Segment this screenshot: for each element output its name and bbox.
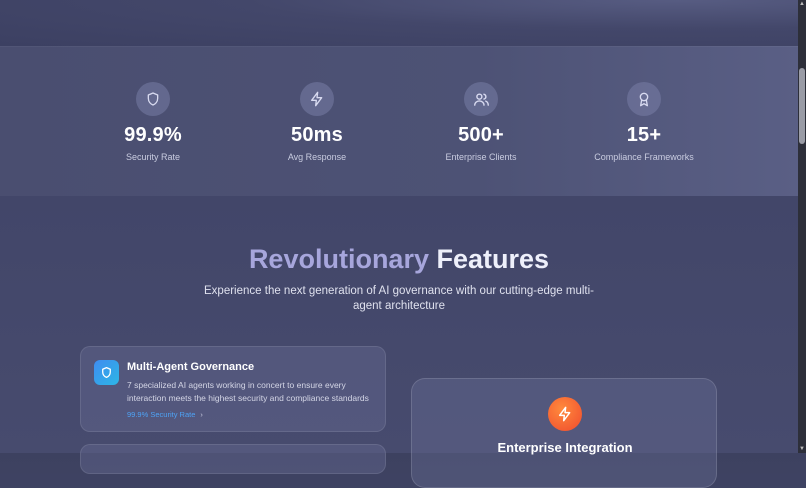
stat-avg-response: 50ms Avg Response: [227, 82, 407, 162]
stats-band: 99.9% Security Rate 50ms Avg Response 50…: [0, 46, 798, 197]
shield-icon: [136, 82, 170, 116]
stat-security-rate: 99.9% Security Rate: [63, 82, 243, 162]
stat-label: Compliance Frameworks: [594, 152, 694, 162]
stat-enterprise-clients: 500+ Enterprise Clients: [391, 82, 571, 162]
stat-compliance-frameworks: 15+ Compliance Frameworks: [554, 82, 734, 162]
stat-value: 50ms: [291, 124, 343, 146]
award-icon: [627, 82, 661, 116]
zap-icon: [548, 397, 582, 431]
card-title: Multi-Agent Governance: [127, 361, 255, 373]
features-subtitle: Experience the next generation of AI gov…: [204, 285, 594, 312]
feature-card-multi-agent-governance[interactable]: Multi-Agent Governance 7 specialized AI …: [80, 346, 386, 432]
stat-value: 99.9%: [124, 124, 182, 146]
shield-icon: [94, 360, 119, 385]
stat-label: Enterprise Clients: [445, 152, 517, 162]
users-icon: [464, 82, 498, 116]
stat-label: Security Rate: [125, 152, 181, 162]
scroll-thumb[interactable]: [799, 68, 805, 144]
vertical-scrollbar[interactable]: ▲ ▼: [798, 0, 806, 453]
card-link[interactable]: 99.9% Security Rate ›: [127, 410, 203, 419]
card-link-label: 99.9% Security Rate: [127, 410, 196, 419]
scroll-up-arrow-icon[interactable]: ▲: [798, 0, 806, 8]
stat-value: 500+: [458, 124, 504, 146]
top-band: [0, 0, 798, 46]
enterprise-integration-card[interactable]: Enterprise Integration: [411, 378, 717, 488]
stat-label: Avg Response: [287, 152, 347, 162]
heading-accent: Revolutionary: [248, 244, 429, 274]
scroll-down-arrow-icon[interactable]: ▼: [798, 445, 806, 453]
chevron-right-icon: ›: [200, 410, 203, 419]
stat-value: 15+: [626, 124, 662, 146]
feature-card-next[interactable]: [80, 444, 386, 474]
card-description: 7 specialized AI agents working in conce…: [127, 380, 369, 403]
heading-rest: Features: [436, 244, 550, 274]
lightning-icon: [300, 82, 334, 116]
features-heading: Revolutionary Features: [0, 244, 798, 275]
